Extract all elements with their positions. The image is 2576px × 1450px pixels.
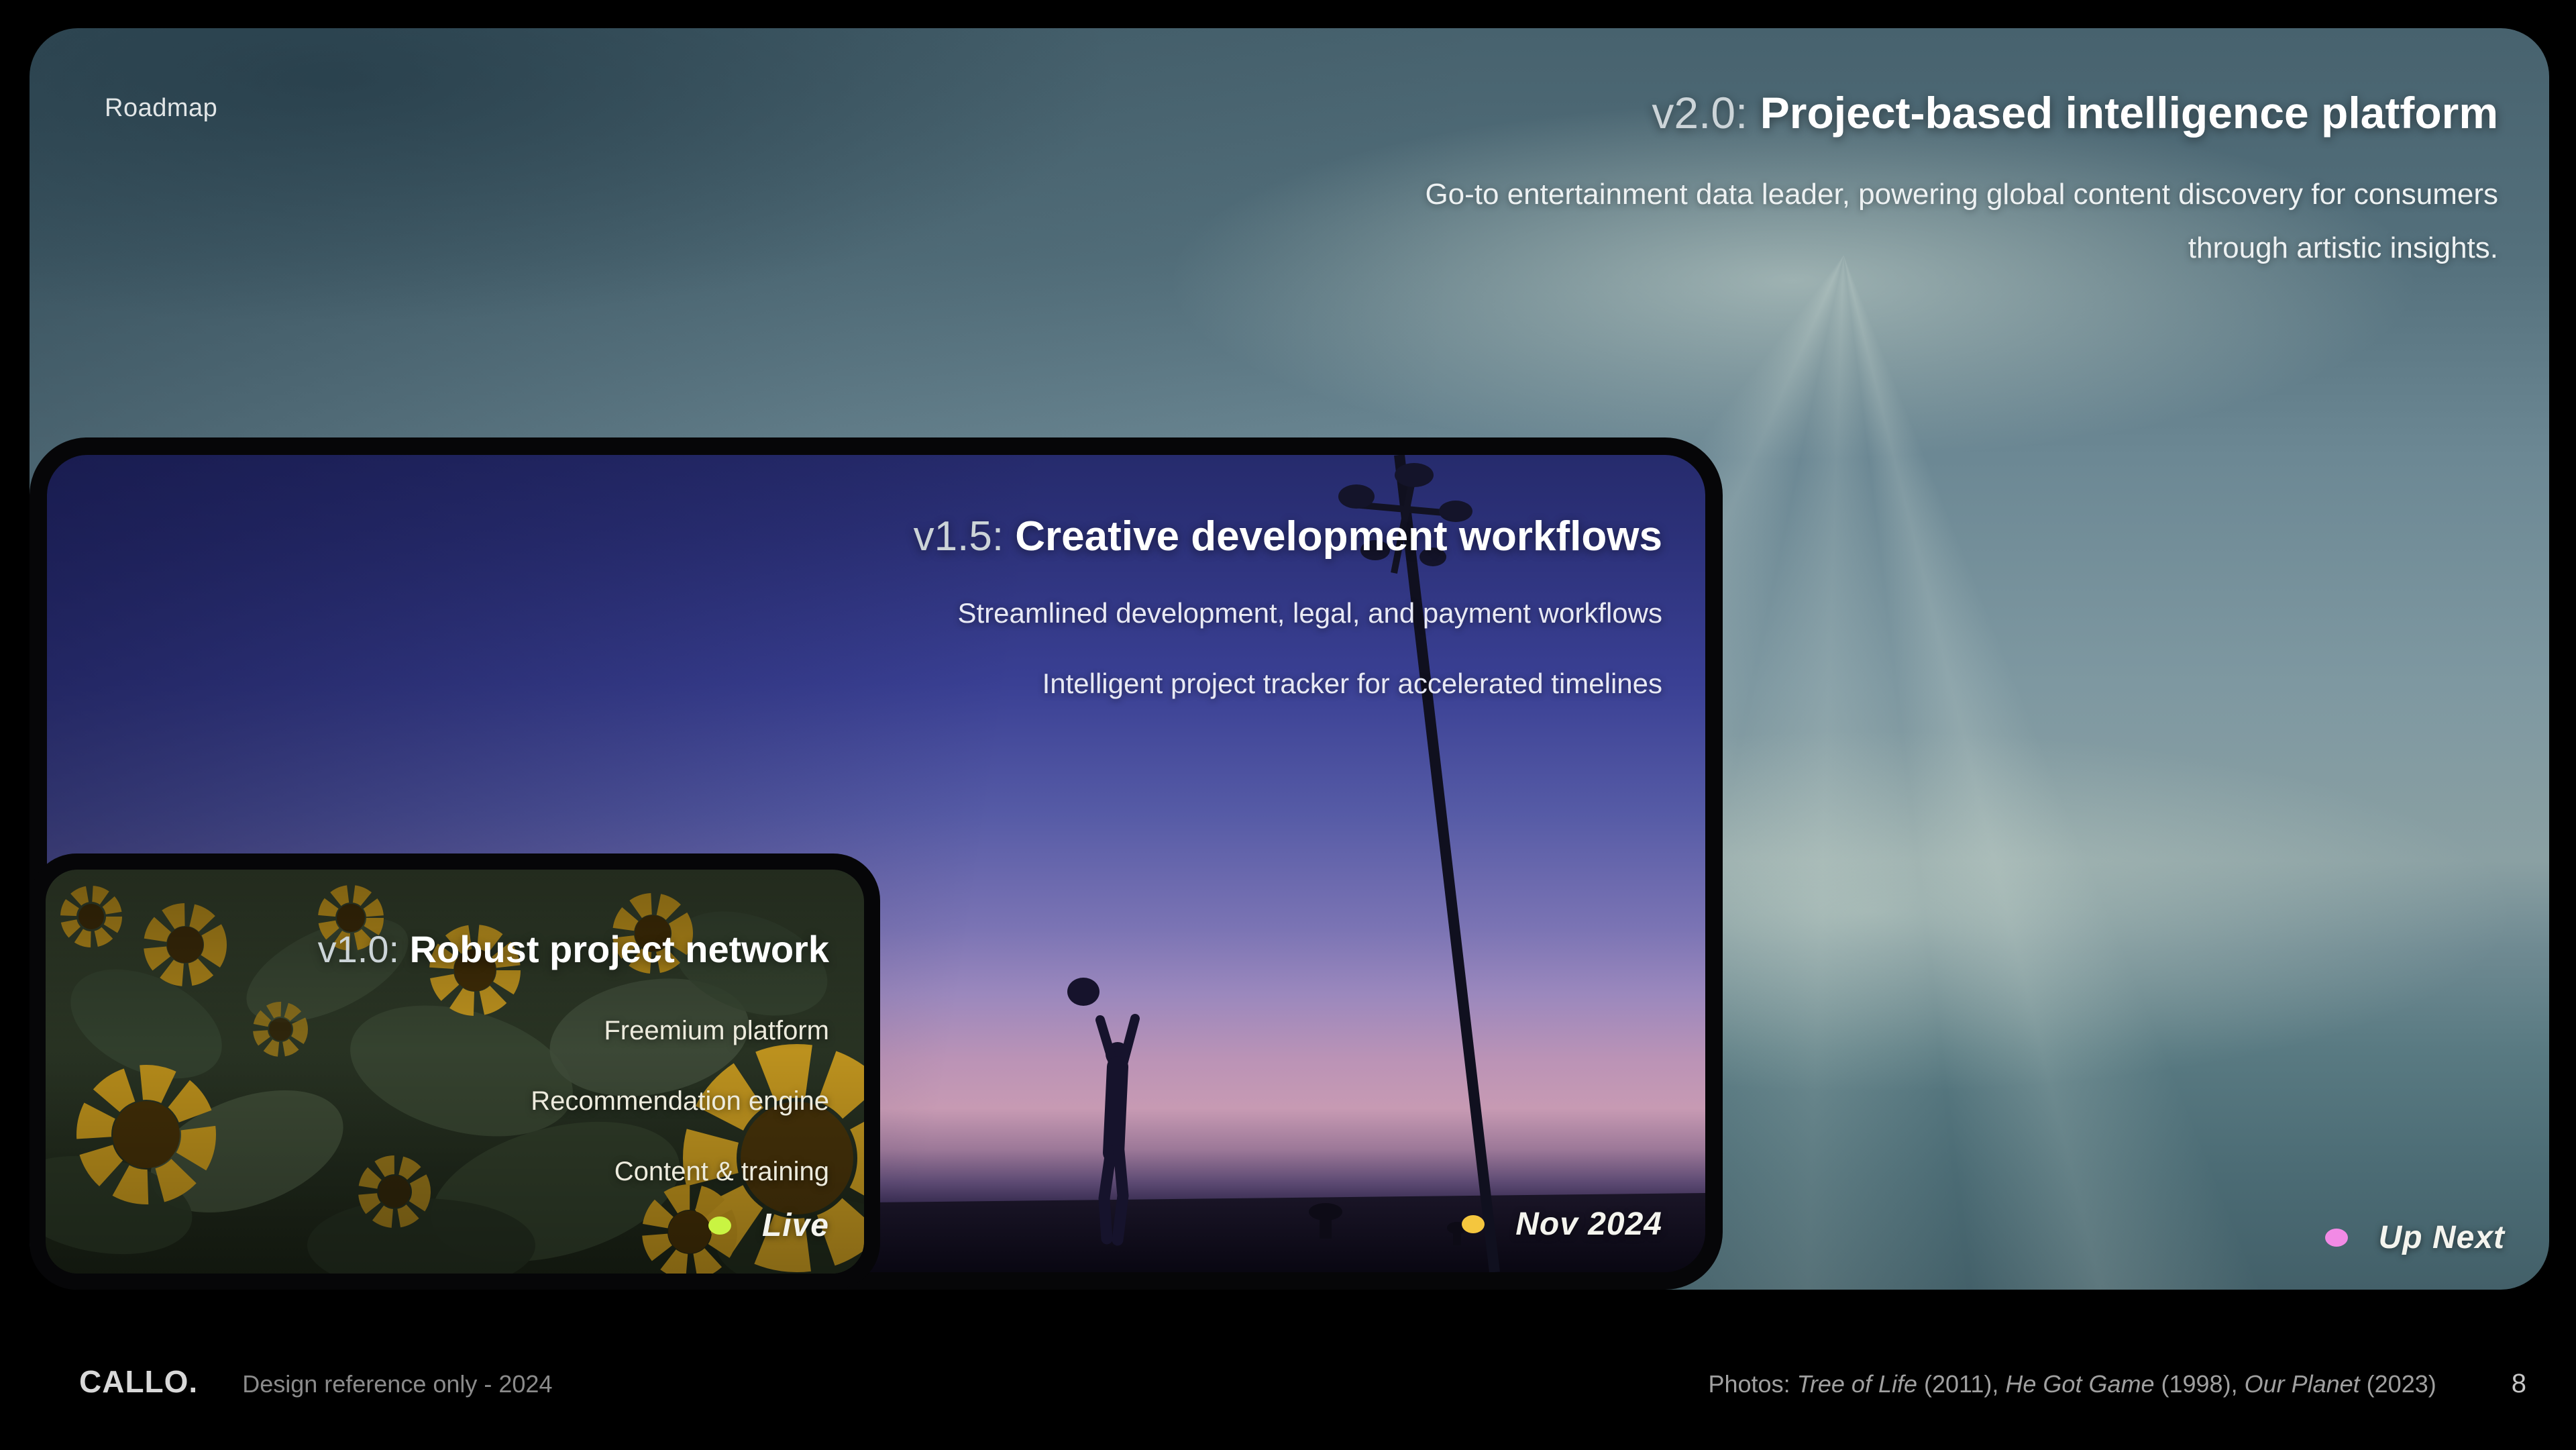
footer-right: Photos: Tree of Life (2011), He Got Game… bbox=[1708, 1369, 2526, 1399]
page-number: 8 bbox=[2512, 1369, 2526, 1399]
v2-subtitle-line1: Go-to entertainment data leader, powerin… bbox=[1425, 168, 2498, 221]
photo-credits-prefix: Photos: bbox=[1708, 1370, 1796, 1398]
footer-left: CALLO. Design reference only - 2024 bbox=[79, 1363, 552, 1400]
v1-5-bullet-list: Streamlined development, legal, and paym… bbox=[957, 597, 1662, 738]
slide-title: Roadmap bbox=[105, 94, 217, 123]
v1-5-bullet: Intelligent project tracker for accelera… bbox=[957, 668, 1662, 700]
v1-0-title: Robust project network bbox=[410, 928, 829, 970]
v1-0-bullet: Freemium platform bbox=[531, 1016, 829, 1046]
v1-5-bullet: Streamlined development, legal, and paym… bbox=[957, 597, 1662, 629]
v1-0-version-label: v1.0: bbox=[318, 928, 410, 970]
photo-credit-year: (2011), bbox=[1917, 1370, 2005, 1398]
status-dot bbox=[1462, 1215, 1485, 1233]
photo-credit-title: Tree of Life bbox=[1797, 1370, 1917, 1398]
v2-status: Up Next bbox=[2325, 1219, 2505, 1256]
photo-credit-year: (1998), bbox=[2155, 1370, 2245, 1398]
v2-version-label: v2.0: bbox=[1652, 88, 1760, 138]
v2-status-label: Up Next bbox=[2379, 1219, 2505, 1256]
v1-5-status: Nov 2024 bbox=[1462, 1206, 1662, 1243]
v1-0-bullet-list: Freemium platform Recommendation engine … bbox=[531, 1016, 829, 1227]
v1-0-bullet: Content & training bbox=[531, 1157, 829, 1187]
footer-note: Design reference only - 2024 bbox=[242, 1370, 552, 1398]
v2-subtitle-line2: through artistic insights. bbox=[1425, 221, 2498, 275]
photo-credits: Photos: Tree of Life (2011), He Got Game… bbox=[1708, 1370, 2436, 1398]
v2-title: Project-based intelligence platform bbox=[1760, 88, 2498, 138]
v2-subtitle: Go-to entertainment data leader, powerin… bbox=[1425, 168, 2498, 275]
v1-0-heading: v1.0: Robust project network bbox=[318, 927, 829, 971]
v1-5-title: Creative development workflows bbox=[1015, 513, 1662, 560]
v2-heading: v2.0: Project-based intelligence platfor… bbox=[1652, 87, 2498, 138]
card-v1-0: v1.0: Robust project network Freemium pl… bbox=[30, 853, 880, 1290]
v1-5-heading: v1.5: Creative development workflows bbox=[914, 513, 1662, 560]
v1-0-bullet: Recommendation engine bbox=[531, 1086, 829, 1117]
photo-credit-title: He Got Game bbox=[2005, 1370, 2154, 1398]
v1-5-version-label: v1.5: bbox=[914, 513, 1016, 560]
photo-credit-title: Our Planet bbox=[2245, 1370, 2360, 1398]
status-dot bbox=[708, 1216, 731, 1235]
photo-credit-year: (2023) bbox=[2360, 1370, 2436, 1398]
brand-logo: CALLO. bbox=[79, 1363, 198, 1400]
v1-5-status-label: Nov 2024 bbox=[1515, 1206, 1662, 1243]
v1-0-status-label: Live bbox=[762, 1207, 829, 1244]
v1-0-status: Live bbox=[708, 1207, 829, 1244]
status-dot bbox=[2325, 1229, 2348, 1247]
